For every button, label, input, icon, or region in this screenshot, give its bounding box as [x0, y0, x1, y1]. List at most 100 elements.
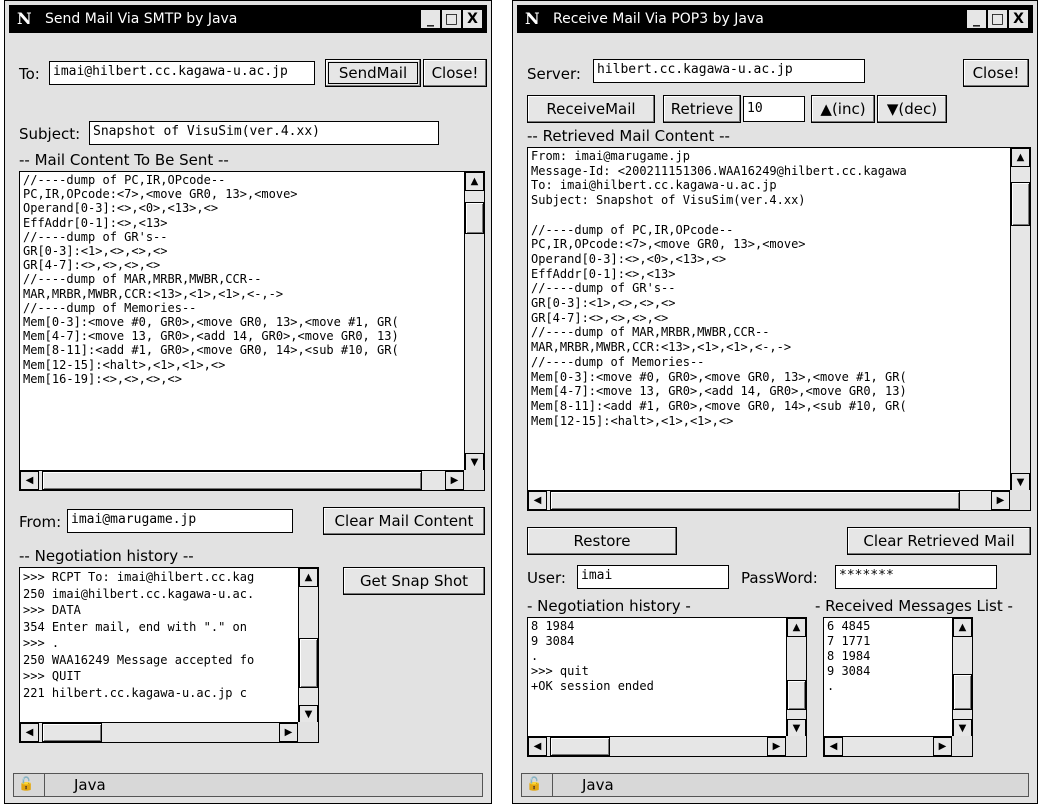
scroll-corner	[298, 722, 318, 742]
server-field[interactable]: hilbert.cc.kagawa-u.ac.jp	[593, 59, 865, 83]
scroll-right-icon[interactable]: ▶	[445, 471, 464, 490]
scroll-up-icon[interactable]: ▲	[787, 618, 806, 637]
scroll-up-icon[interactable]: ▲	[1011, 148, 1030, 167]
scroll-corner	[1010, 490, 1030, 510]
server-label: Server:	[527, 65, 581, 83]
decrement-button[interactable]: ▼(dec)	[877, 95, 947, 123]
clear-mail-content-button[interactable]: Clear Mail Content	[323, 507, 485, 535]
maximize-button[interactable]: □	[441, 9, 462, 29]
horizontal-scrollbar[interactable]: ◀ ▶	[528, 490, 1010, 510]
status-bar: 🔓 Java	[521, 773, 1029, 797]
maximize-button[interactable]: □	[987, 9, 1008, 29]
status-separator	[552, 774, 553, 796]
retrieved-content-text: From: imai@marugame.jp Message-Id: <2002…	[531, 149, 907, 428]
h-scroll-thumb[interactable]	[550, 491, 960, 510]
send-title-bar[interactable]: N Send Mail Via SMTP by Java _ □ X	[9, 5, 487, 33]
horizontal-scrollbar[interactable]: ◀ ▶	[824, 736, 952, 756]
scroll-up-icon[interactable]: ▲	[953, 618, 972, 637]
scroll-right-icon[interactable]: ▶	[933, 737, 952, 756]
retrieved-content-label: -- Retrieved Mail Content --	[527, 127, 730, 145]
scroll-left-icon[interactable]: ◀	[528, 737, 547, 756]
password-field[interactable]: *******	[835, 565, 997, 589]
h-scroll-thumb[interactable]	[42, 723, 102, 742]
h-scroll-thumb[interactable]	[550, 737, 610, 756]
minimize-button[interactable]: _	[966, 9, 987, 29]
horizontal-scrollbar[interactable]: ◀ ▶	[20, 470, 464, 490]
scroll-thumb[interactable]	[1011, 182, 1030, 226]
status-separator	[44, 774, 45, 796]
scroll-up-icon[interactable]: ▲	[299, 568, 318, 587]
horizontal-scrollbar[interactable]: ◀ ▶	[20, 722, 298, 742]
window-title: Send Mail Via SMTP by Java	[45, 11, 238, 27]
scroll-left-icon[interactable]: ◀	[528, 491, 547, 510]
lock-icon: 🔓	[526, 777, 543, 792]
subject-field[interactable]: Snapshot of VisuSim(ver.4.xx)	[89, 121, 439, 145]
mail-content-textarea[interactable]: //----dump of PC,IR,OPcode-- PC,IR,OPcod…	[19, 171, 485, 491]
vertical-scrollbar[interactable]: ▲ ▼	[464, 172, 484, 472]
vertical-scrollbar[interactable]: ▲ ▼	[952, 618, 972, 738]
send-mail-window: N Send Mail Via SMTP by Java _ □ X To: i…	[4, 0, 492, 804]
vertical-scrollbar[interactable]: ▲ ▼	[298, 568, 318, 724]
close-window-button[interactable]: X	[462, 9, 483, 29]
scroll-left-icon[interactable]: ◀	[20, 723, 39, 742]
scroll-up-icon[interactable]: ▲	[465, 172, 484, 191]
window-title: Receive Mail Via POP3 by Java	[553, 11, 764, 27]
scroll-thumb[interactable]	[299, 638, 318, 688]
negotiation-history-label: -- Negotiation history --	[19, 547, 194, 565]
received-messages-label: - Received Messages List -	[815, 597, 1013, 615]
retrieve-button[interactable]: Retrieve	[663, 95, 741, 123]
mail-content-text: //----dump of PC,IR,OPcode-- PC,IR,OPcod…	[23, 173, 399, 386]
clear-retrieved-mail-button[interactable]: Clear Retrieved Mail	[847, 527, 1031, 555]
sendmail-button[interactable]: SendMail	[325, 59, 421, 87]
pop3-negotiation-text: 8 1984 9 3084 . >>> quit +OK session end…	[531, 619, 654, 693]
status-text: Java	[74, 776, 106, 794]
horizontal-scrollbar[interactable]: ◀ ▶	[528, 736, 786, 756]
scroll-corner	[952, 736, 972, 756]
scroll-right-icon[interactable]: ▶	[279, 723, 298, 742]
negotiation-history-textarea[interactable]: >>> RCPT To: imai@hilbert.cc.kag 250 ima…	[19, 567, 319, 743]
scroll-corner	[786, 736, 806, 756]
scroll-thumb[interactable]	[787, 680, 806, 710]
vertical-scrollbar[interactable]: ▲ ▼	[1010, 148, 1030, 492]
scroll-left-icon[interactable]: ◀	[20, 471, 39, 490]
retrieved-content-textarea[interactable]: From: imai@marugame.jp Message-Id: <2002…	[527, 147, 1031, 511]
pop3-negotiation-textarea[interactable]: 8 1984 9 3084 . >>> quit +OK session end…	[527, 617, 807, 757]
user-label: User:	[527, 569, 566, 587]
lock-icon: 🔓	[18, 777, 35, 792]
to-label: To:	[19, 65, 40, 83]
scroll-right-icon[interactable]: ▶	[991, 491, 1010, 510]
negotiation-history-text: >>> RCPT To: imai@hilbert.cc.kag 250 ima…	[23, 570, 255, 700]
restore-button[interactable]: Restore	[527, 527, 677, 555]
scroll-left-icon[interactable]: ◀	[824, 737, 843, 756]
receive-mail-window: N Receive Mail Via POP3 by Java _ □ X Se…	[512, 0, 1038, 804]
negotiation-history-label: - Negotiation history -	[527, 597, 691, 615]
retrieve-number-field[interactable]: 10	[743, 96, 805, 122]
minimize-button[interactable]: _	[420, 9, 441, 29]
status-bar: 🔓 Java	[13, 773, 483, 797]
scroll-thumb[interactable]	[953, 674, 972, 710]
subject-label: Subject:	[19, 125, 81, 143]
increment-button[interactable]: ▲(inc)	[811, 95, 875, 123]
receive-title-bar[interactable]: N Receive Mail Via POP3 by Java _ □ X	[517, 5, 1033, 33]
close-window-button[interactable]: X	[1008, 9, 1029, 29]
scroll-corner	[464, 470, 484, 490]
to-field[interactable]: imai@hilbert.cc.kagawa-u.ac.jp	[49, 61, 315, 85]
from-label: From:	[19, 513, 62, 531]
receivemail-button[interactable]: ReceiveMail	[527, 95, 655, 123]
received-messages-list[interactable]: 6 4845 7 1771 8 1984 9 3084 . ▲ ▼ ◀ ▶	[823, 617, 973, 757]
scroll-thumb[interactable]	[465, 202, 484, 234]
vertical-scrollbar[interactable]: ▲ ▼	[786, 618, 806, 738]
app-logo-icon: N	[525, 9, 540, 28]
scroll-right-icon[interactable]: ▶	[767, 737, 786, 756]
status-text: Java	[582, 776, 614, 794]
h-scroll-thumb[interactable]	[42, 471, 422, 490]
get-snapshot-button[interactable]: Get Snap Shot	[343, 567, 485, 595]
close-button[interactable]: Close!	[423, 59, 487, 87]
from-field[interactable]: imai@marugame.jp	[67, 509, 293, 533]
received-messages-text: 6 4845 7 1771 8 1984 9 3084 .	[827, 619, 871, 693]
user-field[interactable]: imai	[577, 565, 729, 589]
app-logo-icon: N	[17, 9, 32, 28]
password-label: PassWord:	[741, 569, 818, 587]
close-button[interactable]: Close!	[963, 59, 1029, 87]
mail-content-label: -- Mail Content To Be Sent --	[19, 151, 229, 169]
